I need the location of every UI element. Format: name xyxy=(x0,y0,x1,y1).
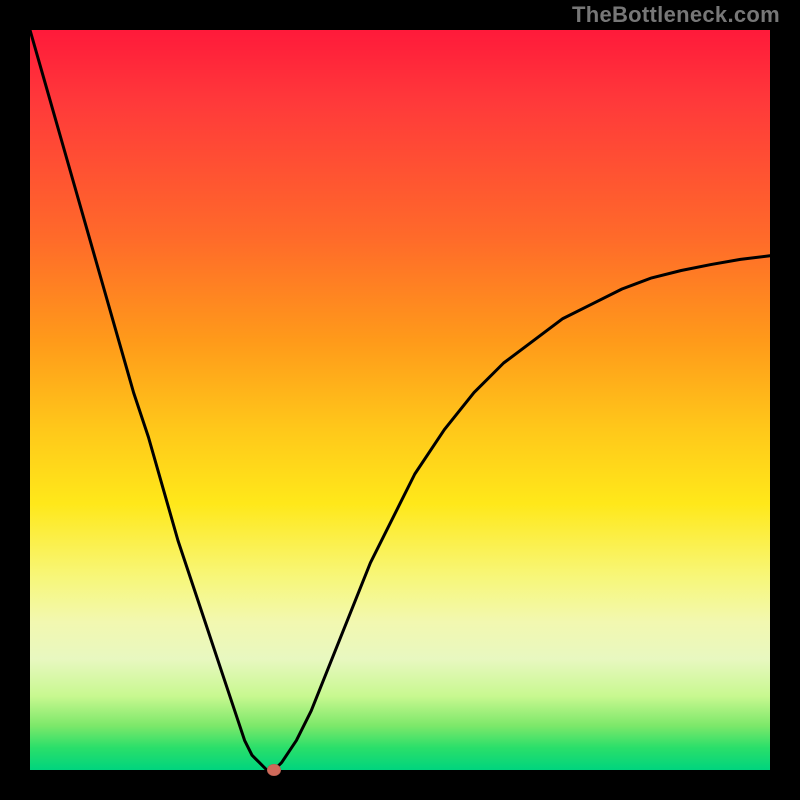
plot-area xyxy=(30,30,770,770)
bottleneck-curve xyxy=(30,30,770,770)
chart-frame: TheBottleneck.com xyxy=(0,0,800,800)
watermark-text: TheBottleneck.com xyxy=(572,2,780,28)
optimal-point-marker xyxy=(267,764,281,776)
